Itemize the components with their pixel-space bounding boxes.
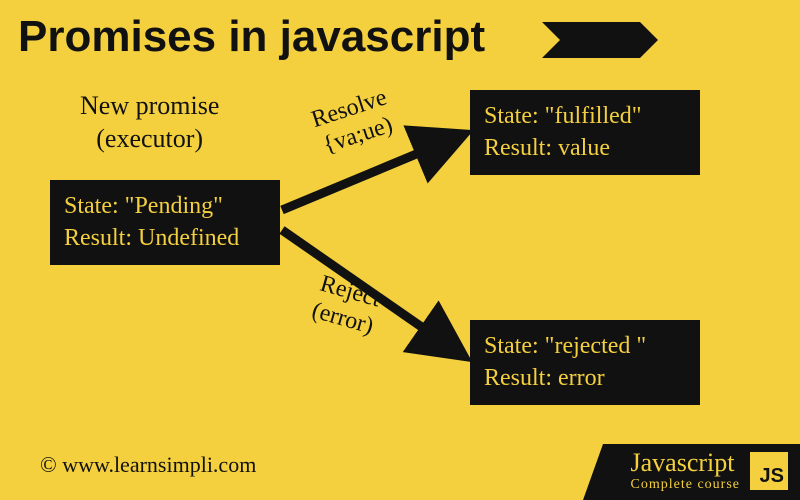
arrow-label-reject: Reject(error) xyxy=(309,270,384,340)
rejected-state-line: State: "rejected " xyxy=(484,330,686,362)
page-title: Promises in javascript xyxy=(0,0,800,74)
js-logo-icon: JS xyxy=(750,452,788,490)
new-promise-label: New promise(executor) xyxy=(80,90,219,155)
state-box-pending: State: "Pending" Result: Undefined xyxy=(50,180,280,265)
state-box-rejected: State: "rejected " Result: error xyxy=(470,320,700,405)
fulfilled-result-line: Result: value xyxy=(484,132,686,164)
brand-title: Javascript xyxy=(631,450,740,476)
pending-state-line: State: "Pending" xyxy=(64,190,266,222)
state-box-fulfilled: State: "fulfilled" Result: value xyxy=(470,90,700,175)
brand-subtitle: Complete course xyxy=(631,478,740,492)
footer-credit: © www.learnsimpli.com xyxy=(40,452,256,478)
arrow-resolve xyxy=(282,135,462,210)
arrow-label-resolve: Resolve{va;ue) xyxy=(308,84,399,160)
fulfilled-state-line: State: "fulfilled" xyxy=(484,100,686,132)
pending-result-line: Result: Undefined xyxy=(64,222,266,254)
brand-banner: Javascript Complete course JS xyxy=(603,444,800,500)
rejected-result-line: Result: error xyxy=(484,362,686,394)
title-ribbon-decoration xyxy=(560,22,640,58)
